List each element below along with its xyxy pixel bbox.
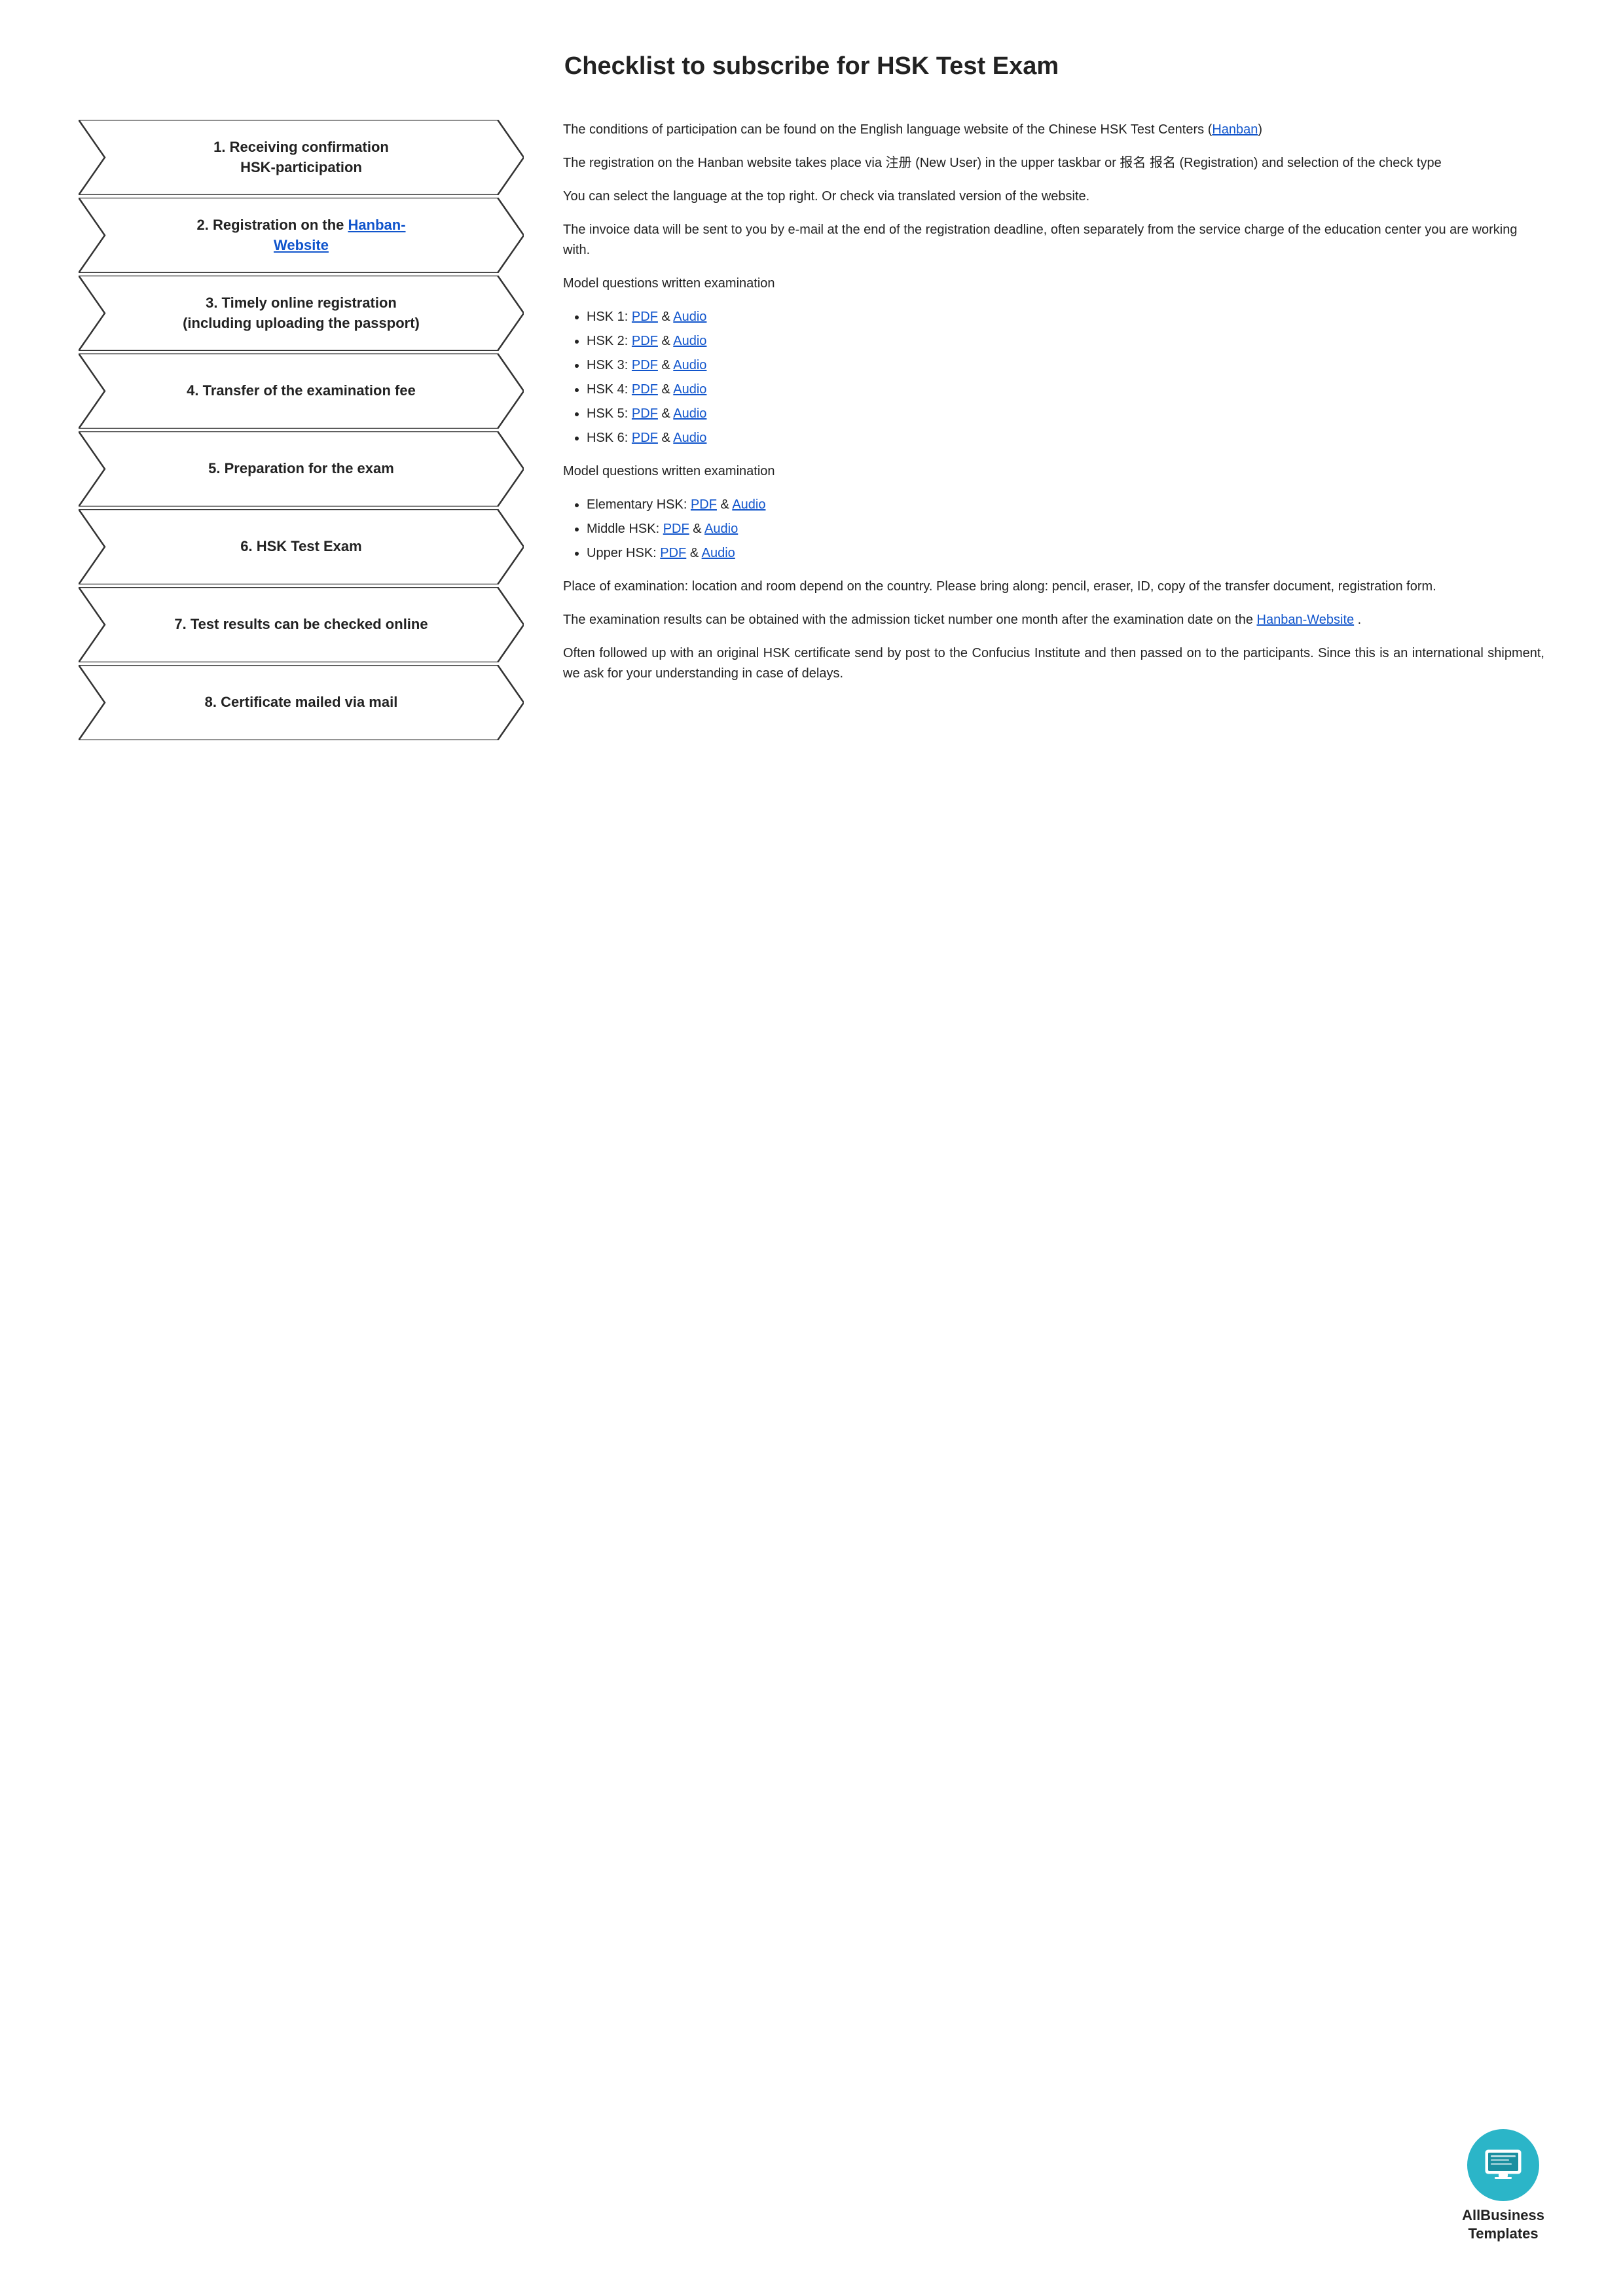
hsk4-audio-link[interactable]: Audio bbox=[673, 382, 706, 397]
hsk3-pdf-link[interactable]: PDF bbox=[632, 358, 658, 372]
hsk4-pdf-link[interactable]: PDF bbox=[632, 382, 658, 397]
list-item: Elementary HSK: PDF & Audio bbox=[587, 495, 1544, 515]
hsk-list-1: HSK 1: PDF & Audio HSK 2: PDF & Audio HS… bbox=[587, 307, 1544, 448]
section2-title: Model questions written examination bbox=[563, 461, 1544, 482]
step-2: 2. Registration on the Hanban-Website bbox=[79, 198, 524, 273]
steps-column: 1. Receiving confirmationHSK-participati… bbox=[79, 120, 524, 743]
step-8: 8. Certificate mailed via mail bbox=[79, 665, 524, 740]
desc-para2: The registration on the Hanban website t… bbox=[563, 153, 1544, 173]
hsk1-pdf-link[interactable]: PDF bbox=[632, 310, 658, 324]
step-7: 7. Test results can be checked online bbox=[79, 587, 524, 662]
main-layout: 1. Receiving confirmationHSK-participati… bbox=[79, 120, 1544, 743]
mid-pdf-link[interactable]: PDF bbox=[663, 522, 689, 536]
step-4-label: 4. Transfer of the examination fee bbox=[147, 381, 455, 401]
step-2-label: 2. Registration on the Hanban-Website bbox=[157, 215, 445, 256]
desc-para7: Often followed up with an original HSK c… bbox=[563, 643, 1544, 684]
step-8-label: 8. Certificate mailed via mail bbox=[166, 692, 437, 713]
upper-pdf-link[interactable]: PDF bbox=[660, 546, 686, 560]
step-3-label: 3. Timely online registration(including … bbox=[143, 293, 459, 334]
page-title: Checklist to subscribe for HSK Test Exam bbox=[79, 52, 1544, 81]
hanban-website-link[interactable]: Hanban-Website bbox=[274, 217, 406, 253]
elem-audio-link[interactable]: Audio bbox=[732, 497, 765, 512]
section1-title: Model questions written examination bbox=[563, 274, 1544, 294]
hanban-link[interactable]: Hanban bbox=[1212, 122, 1258, 137]
step-7-label: 7. Test results can be checked online bbox=[135, 615, 467, 635]
list-item: HSK 5: PDF & Audio bbox=[587, 404, 1544, 424]
logo-brand-text: AllBusiness Templates bbox=[1462, 2206, 1544, 2244]
step-5: 5. Preparation for the exam bbox=[79, 431, 524, 507]
list-item: HSK 6: PDF & Audio bbox=[587, 428, 1544, 448]
step-6-label: 6. HSK Test Exam bbox=[201, 537, 401, 557]
hanban-website-link2[interactable]: Hanban-Website bbox=[1257, 613, 1355, 627]
step-1: 1. Receiving confirmationHSK-participati… bbox=[79, 120, 524, 195]
hsk1-audio-link[interactable]: Audio bbox=[673, 310, 706, 324]
hsk6-pdf-link[interactable]: PDF bbox=[632, 431, 658, 445]
logo-container: AllBusiness Templates bbox=[1462, 2129, 1544, 2244]
step-5-label: 5. Preparation for the exam bbox=[169, 459, 433, 479]
hsk5-pdf-link[interactable]: PDF bbox=[632, 406, 658, 421]
elem-pdf-link[interactable]: PDF bbox=[691, 497, 717, 512]
step-4: 4. Transfer of the examination fee bbox=[79, 353, 524, 429]
step-3: 3. Timely online registration(including … bbox=[79, 276, 524, 351]
desc-para1: The conditions of participation can be f… bbox=[563, 120, 1544, 140]
hsk2-audio-link[interactable]: Audio bbox=[673, 334, 706, 348]
logo-icon bbox=[1480, 2142, 1526, 2188]
desc-para4: The invoice data will be sent to you by … bbox=[563, 220, 1544, 260]
hsk6-audio-link[interactable]: Audio bbox=[673, 431, 706, 445]
hsk-list-2: Elementary HSK: PDF & Audio Middle HSK: … bbox=[587, 495, 1544, 564]
step-6: 6. HSK Test Exam bbox=[79, 509, 524, 584]
hsk3-audio-link[interactable]: Audio bbox=[673, 358, 706, 372]
description-column: The conditions of participation can be f… bbox=[563, 120, 1544, 697]
desc-para5: Place of examination: location and room … bbox=[563, 577, 1544, 597]
upper-audio-link[interactable]: Audio bbox=[702, 546, 735, 560]
list-item: HSK 2: PDF & Audio bbox=[587, 331, 1544, 351]
hsk5-audio-link[interactable]: Audio bbox=[673, 406, 706, 421]
desc-para6: The examination results can be obtained … bbox=[563, 610, 1544, 630]
logo-circle bbox=[1467, 2129, 1539, 2201]
hsk2-pdf-link[interactable]: PDF bbox=[632, 334, 658, 348]
desc-para3: You can select the language at the top r… bbox=[563, 187, 1544, 207]
list-item: HSK 4: PDF & Audio bbox=[587, 380, 1544, 400]
step-1-label: 1. Receiving confirmationHSK-participati… bbox=[174, 137, 428, 178]
mid-audio-link[interactable]: Audio bbox=[704, 522, 738, 536]
list-item: HSK 1: PDF & Audio bbox=[587, 307, 1544, 327]
list-item: Middle HSK: PDF & Audio bbox=[587, 519, 1544, 539]
list-item: Upper HSK: PDF & Audio bbox=[587, 543, 1544, 564]
list-item: HSK 3: PDF & Audio bbox=[587, 355, 1544, 376]
